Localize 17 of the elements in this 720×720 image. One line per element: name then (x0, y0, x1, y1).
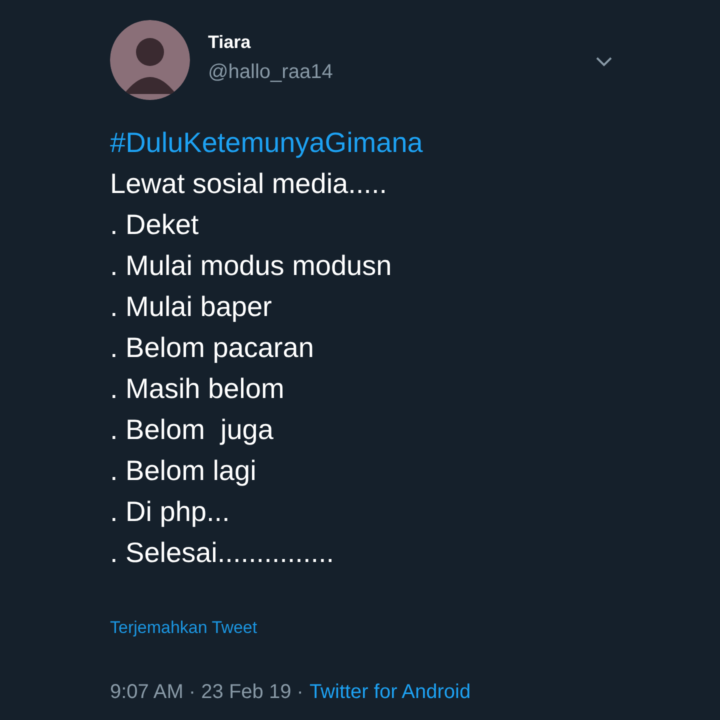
tweet-line: . Belom lagi (110, 454, 258, 488)
tweet-line: . Di php... (110, 495, 231, 529)
tweet-line: Lewat sosial media..... (110, 167, 388, 201)
translate-link[interactable]: Terjemahkan Tweet (110, 615, 258, 640)
tweet-line: . Mulai modus modusn (110, 249, 393, 283)
source-link[interactable]: Twitter for Android (309, 676, 471, 706)
hashtag-link[interactable]: #DuluKetemunyaGimana (110, 122, 620, 163)
tweet-line: . Deket (110, 208, 200, 242)
user-name: Tiara (208, 31, 252, 54)
tweet-line: . Belom juga (110, 413, 274, 447)
user-handle: @hallo_raa14 (208, 60, 334, 85)
timestamp: 9:07 AM · 23 Feb 19 · (110, 680, 304, 704)
tweet-line: . Selesai............... (110, 536, 336, 570)
tweet-line: . Masih belom (110, 372, 286, 406)
tweet-line: . Belom pacaran (110, 331, 315, 365)
tweet-line: . Mulai baper (110, 290, 273, 324)
chevron-down-icon[interactable] (596, 57, 612, 67)
